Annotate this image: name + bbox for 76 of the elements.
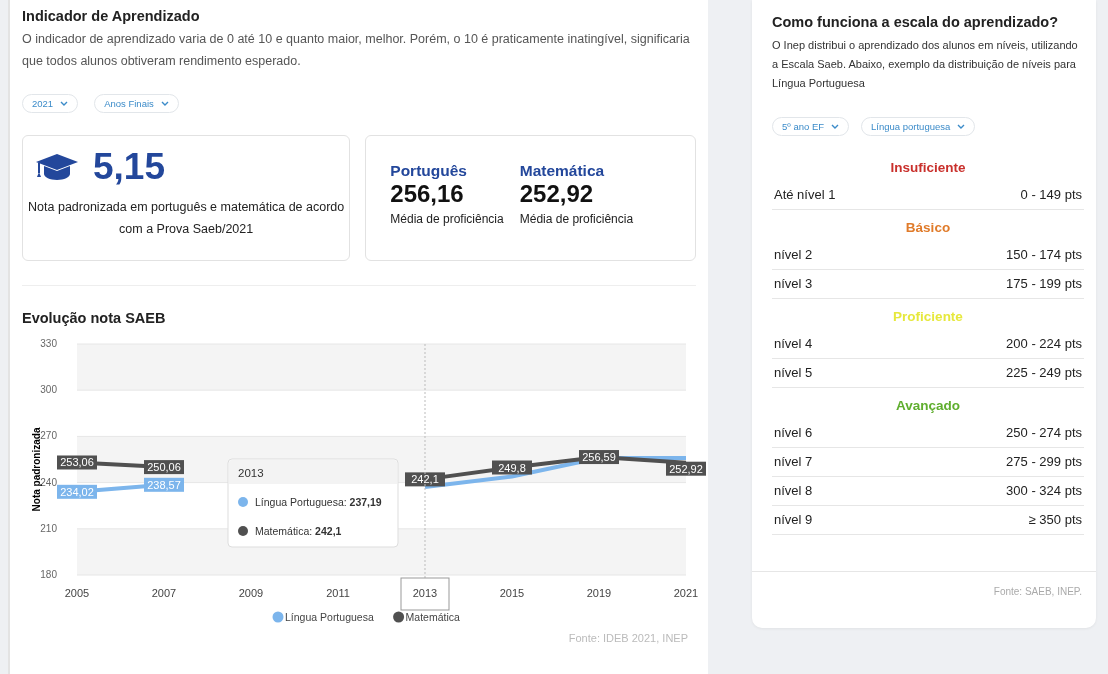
level-range: 150 - 174 pts: [1006, 247, 1082, 262]
data-label: 234,02: [57, 484, 97, 499]
chart-title: Evolução nota SAEB: [22, 310, 167, 326]
data-label: 256,59: [579, 450, 619, 465]
data-label: 250,06: [144, 460, 184, 475]
filter-dropdown[interactable]: 2021: [22, 94, 79, 113]
level-name: nível 9: [774, 512, 813, 527]
x-tick-label: 2005: [64, 587, 90, 599]
card-title: Como funciona a escala do aprendizado?: [772, 14, 1060, 30]
level-name: Até nível 1: [774, 187, 836, 202]
level-range: 250 - 274 pts: [1006, 425, 1082, 440]
chevron-down-icon: [160, 101, 169, 106]
x-tick-label: 2015: [499, 587, 525, 599]
tooltip-title: 2013: [238, 467, 264, 479]
section-title: Indicador de Aprendizado: [22, 8, 201, 24]
level-name: nível 6: [774, 425, 813, 440]
chevron-down-icon: [831, 124, 840, 129]
level-name: nível 7: [774, 454, 813, 469]
level-group-title: Insuficiente: [889, 160, 967, 175]
level-range: 225 - 249 pts: [1006, 365, 1082, 380]
source-note: Fonte: IDEB 2021, INEP: [567, 632, 689, 644]
subject-caption: Média de proficiência: [390, 212, 504, 226]
graduation-cap-icon: [35, 152, 79, 182]
data-label: 249,8: [498, 461, 526, 474]
level-range: 275 - 299 pts: [1006, 454, 1082, 469]
x-tick-label: 2019: [586, 587, 612, 599]
level-range: 0 - 149 pts: [1020, 187, 1082, 202]
y-axis-title: Nota padronizada: [31, 427, 42, 512]
description-text: O indicador de aprendizado varia de 0 até 10 e quanto maior, melhor. Porém, o 10 é praticamente inatingível, significaria que todos alunos obtiveram rendimento esperado.: [22, 31, 691, 70]
filter-dropdown[interactable]: 5º ano EF: [772, 117, 850, 136]
data-label: 242,1: [405, 472, 445, 487]
level-range: 200 - 224 pts: [1006, 336, 1082, 351]
data-label: 242,1: [411, 473, 439, 486]
level-name: nível 3: [774, 276, 813, 291]
chevron-down-icon: [60, 101, 69, 106]
subject-name: Matemática: [519, 162, 606, 180]
y-tick-label: 240: [40, 476, 57, 488]
x-tick-label: 2011: [326, 587, 350, 599]
subject-score: 252,92: [519, 180, 595, 208]
tooltip-entry: Matemática: 242,1: [255, 525, 342, 537]
subject-name: Português: [390, 162, 468, 180]
x-tick-label: 2021: [673, 587, 699, 599]
description-text: O Inep distribui o aprendizado dos alunos em níveis, utilizando a Escala Saeb. Abaixo, exemplo da distribuição de níveis para Língua Portuguesa: [772, 38, 1079, 91]
data-label: 253,06: [57, 455, 97, 470]
level-group-title: Avançado: [895, 398, 961, 413]
level-group-title: Proficiente: [892, 309, 964, 324]
level-name: nível 4: [774, 336, 813, 351]
level-name: nível 2: [774, 247, 813, 262]
tooltip-entry: Língua Portuguesa: 237,19: [255, 496, 382, 508]
level-name: nível 8: [774, 483, 813, 498]
level-range: 300 - 324 pts: [1006, 483, 1082, 498]
level-group-title: Básico: [904, 220, 952, 235]
score-caption: Nota padronizada em português e matemática de acordo com a Prova Saeb/2021: [27, 199, 346, 238]
filter-dropdown[interactable]: Anos Finais: [94, 94, 179, 113]
y-tick-label: 330: [40, 338, 57, 349]
y-tick-label: 270: [40, 430, 57, 442]
subject-score: 256,16: [390, 180, 465, 208]
y-tick-label: 210: [40, 522, 57, 534]
legend-label: Matemática: [405, 611, 461, 623]
legend-item[interactable]: Língua Portuguesa: [272, 611, 374, 623]
chevron-down-icon: [957, 124, 966, 129]
data-label: 252,92: [666, 461, 706, 476]
level-range: ≥ 350 pts: [1028, 512, 1082, 527]
score-value: 5,15: [93, 146, 165, 188]
subject-caption: Média de proficiência: [519, 212, 634, 226]
filter-dropdown[interactable]: Língua portuguesa: [861, 117, 976, 136]
x-tick-label: 2009: [238, 587, 264, 599]
level-range: 175 - 199 pts: [1006, 276, 1082, 291]
source-note: Fonte: SAEB, INEP.: [993, 586, 1082, 597]
level-name: nível 5: [774, 365, 813, 380]
axis-label-highlight: [400, 577, 450, 611]
x-tick-label: 2007: [151, 587, 177, 599]
x-tick-label: 2013: [412, 587, 438, 599]
y-tick-label: 180: [40, 569, 57, 580]
y-tick-label: 300: [40, 384, 57, 396]
legend-item[interactable]: Matemática: [393, 611, 460, 623]
